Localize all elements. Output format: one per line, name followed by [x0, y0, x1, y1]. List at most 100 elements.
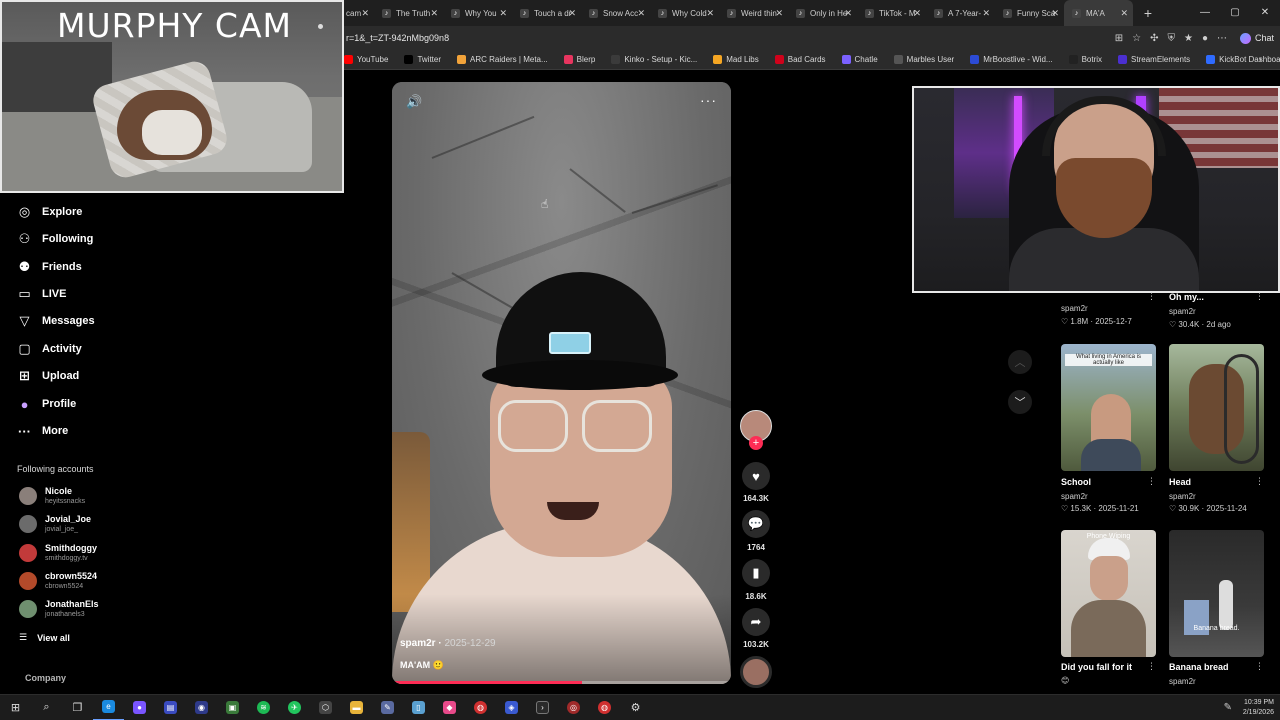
nav-item-upload[interactable]: ⊞ Upload	[17, 366, 79, 386]
bookmark-star-icon[interactable]: ☆	[1132, 33, 1141, 44]
search-button[interactable]: ⌕	[31, 695, 62, 720]
following-account[interactable]: cbrown5524 cbrown5524	[19, 569, 97, 593]
tab-close-icon[interactable]: ✕	[775, 8, 783, 19]
taskbar-spotify[interactable]: ≋	[248, 695, 279, 720]
browser-tab[interactable]: ♪ MA'A ✕	[1064, 0, 1133, 26]
taskbar-app[interactable]: ✈	[279, 695, 310, 720]
taskbar-app[interactable]: ✎	[372, 695, 403, 720]
taskbar-app[interactable]: ▯	[403, 695, 434, 720]
browser-tab[interactable]: ♪ Funny Sca ✕	[995, 0, 1064, 26]
like-button[interactable]: ♥	[742, 462, 770, 490]
bookmark-item[interactable]: Botrix	[1068, 55, 1102, 64]
favorites-icon[interactable]: ★	[1184, 33, 1193, 44]
following-account[interactable]: Nicole heyitssnacks	[19, 484, 85, 508]
browser-tab[interactable]: ♪ Only in He ✕	[788, 0, 857, 26]
tray-pen-icon[interactable]: ✎	[1224, 702, 1232, 713]
shield-icon[interactable]: ⛨	[1167, 33, 1175, 44]
nav-item-following[interactable]: ⚇ Following	[17, 229, 94, 249]
browser-tab[interactable]: ♪ TikTok - M ✕	[857, 0, 926, 26]
bookmark-item[interactable]: Kinko - Setup - Kic...	[611, 55, 697, 64]
nav-item-friends[interactable]: ⚉ Friends	[17, 257, 82, 277]
taskbar-app[interactable]: ◍	[465, 695, 496, 720]
chat-button[interactable]: Chat	[1239, 32, 1274, 44]
video-card-title[interactable]: School	[1061, 477, 1091, 487]
taskbar-app[interactable]: ◎	[558, 695, 589, 720]
bookmark-item[interactable]: MrBoostlive - Wid...	[970, 55, 1053, 64]
author-name[interactable]: spam2r	[400, 638, 436, 649]
tab-close-icon[interactable]: ✕	[430, 8, 438, 19]
taskbar-app[interactable]: ●	[124, 695, 155, 720]
close-window-icon[interactable]: ✕	[1250, 0, 1280, 26]
card-more-icon[interactable]: ⋮	[1255, 661, 1264, 672]
nav-item-messages[interactable]: ▽ Messages	[17, 311, 95, 331]
tab-close-icon[interactable]: ✕	[1051, 8, 1059, 19]
profile-avatar-icon[interactable]: ●	[1202, 33, 1208, 44]
volume-icon[interactable]: 🔊	[406, 94, 422, 110]
video-card-user[interactable]: spam2r	[1169, 492, 1196, 501]
system-clock[interactable]: 10:39 PM 2/19/2026	[1243, 698, 1274, 718]
maximize-icon[interactable]: ▢	[1220, 0, 1250, 26]
browser-tab[interactable]: ♪ The Truth ✕	[374, 0, 443, 26]
card-more-icon[interactable]: ⋮	[1147, 661, 1156, 672]
video-card-user[interactable]: spam2r	[1061, 492, 1088, 501]
following-account[interactable]: Jovial_Joe jovial_joe_	[19, 512, 91, 536]
install-app-icon[interactable]: ⊞	[1115, 33, 1123, 44]
bookmark-item[interactable]: Blerp	[563, 55, 595, 64]
video-author[interactable]: spam2r · 2025-12-29	[400, 638, 496, 649]
tab-close-icon[interactable]: ✕	[913, 8, 921, 19]
save-button[interactable]: ▮	[742, 559, 770, 587]
video-thumbnail[interactable]	[1169, 344, 1264, 471]
view-all-button[interactable]: ☰ View all	[19, 632, 70, 643]
tab-close-icon[interactable]: ✕	[637, 8, 645, 19]
taskbar-app[interactable]: ◍	[589, 695, 620, 720]
browser-tab[interactable]: ♪ Touch a dr ✕	[512, 0, 581, 26]
taskbar-file-explorer[interactable]: ▬	[341, 695, 372, 720]
minimize-icon[interactable]: —	[1190, 0, 1220, 26]
video-thumbnail[interactable]: Banana bread.	[1169, 530, 1264, 657]
nav-item-explore[interactable]: ◎ Explore	[17, 202, 83, 222]
tab-close-icon[interactable]: ✕	[844, 8, 852, 19]
taskbar-app[interactable]: ⬡	[310, 695, 341, 720]
video-thumbnail[interactable]: Phone Wiping	[1061, 530, 1156, 657]
video-card-title[interactable]: Banana bread	[1169, 662, 1229, 672]
bookmark-item[interactable]: Chatle	[841, 55, 878, 64]
url-input[interactable]: r=1&_t=ZT-942nMbg09n8	[344, 33, 1115, 43]
browser-tab[interactable]: ♪ Weird thin ✕	[719, 0, 788, 26]
following-account[interactable]: Smithdoggy smithdoggy.tv	[19, 541, 97, 565]
video-card-title[interactable]: Head	[1169, 477, 1191, 487]
card-more-icon[interactable]: ⋮	[1255, 476, 1264, 487]
card-more-icon[interactable]: ⋮	[1147, 476, 1156, 487]
tab-close-icon[interactable]: ✕	[499, 8, 507, 19]
video-card-title[interactable]: Oh my...	[1169, 292, 1204, 302]
video-card-user[interactable]: spam2r	[1061, 304, 1088, 313]
video-card-user[interactable]: spam2r	[1169, 307, 1196, 316]
following-account[interactable]: JonathanEls jonathanels3	[19, 597, 99, 621]
taskbar-app[interactable]: ▣	[217, 695, 248, 720]
browser-tab[interactable]: cam ✕	[344, 0, 374, 26]
tab-close-icon[interactable]: ✕	[568, 8, 576, 19]
taskbar-settings[interactable]: ⚙	[620, 695, 651, 720]
music-disc-icon[interactable]	[740, 656, 772, 688]
tab-close-icon[interactable]: ✕	[361, 8, 369, 19]
browser-tab[interactable]: ♪ Snow Acc ✕	[581, 0, 650, 26]
taskbar-edge[interactable]: e	[93, 695, 124, 720]
browser-tab[interactable]: ♪ Why Cold ✕	[650, 0, 719, 26]
taskbar-app[interactable]: ◆	[434, 695, 465, 720]
video-thumbnail[interactable]: What living in America is actually like	[1061, 344, 1156, 471]
video-progress-bar[interactable]	[392, 681, 731, 684]
follow-plus-icon[interactable]: +	[749, 436, 763, 450]
video-card-title[interactable]: Did you fall for it	[1061, 662, 1132, 672]
bookmark-item[interactable]: Twitter	[404, 55, 441, 64]
bookmark-item[interactable]: YouTube	[344, 55, 388, 64]
tab-close-icon[interactable]: ✕	[1120, 8, 1128, 19]
start-button[interactable]: ⊞	[0, 695, 31, 720]
bookmark-item[interactable]: Marbles User	[893, 55, 954, 64]
more-options-icon[interactable]: ···	[700, 92, 717, 108]
browser-tab[interactable]: ♪ A 7-Year- ✕	[926, 0, 995, 26]
nav-item-more[interactable]: ··· More	[17, 421, 68, 441]
previous-video-button[interactable]: ︿	[1008, 350, 1032, 374]
share-button[interactable]: ➦	[742, 608, 770, 636]
nav-item-activity[interactable]: ▢ Activity	[17, 339, 81, 359]
nav-item-live[interactable]: ▭ LIVE	[17, 284, 66, 304]
video-card-user[interactable]: spam2r	[1169, 677, 1196, 686]
